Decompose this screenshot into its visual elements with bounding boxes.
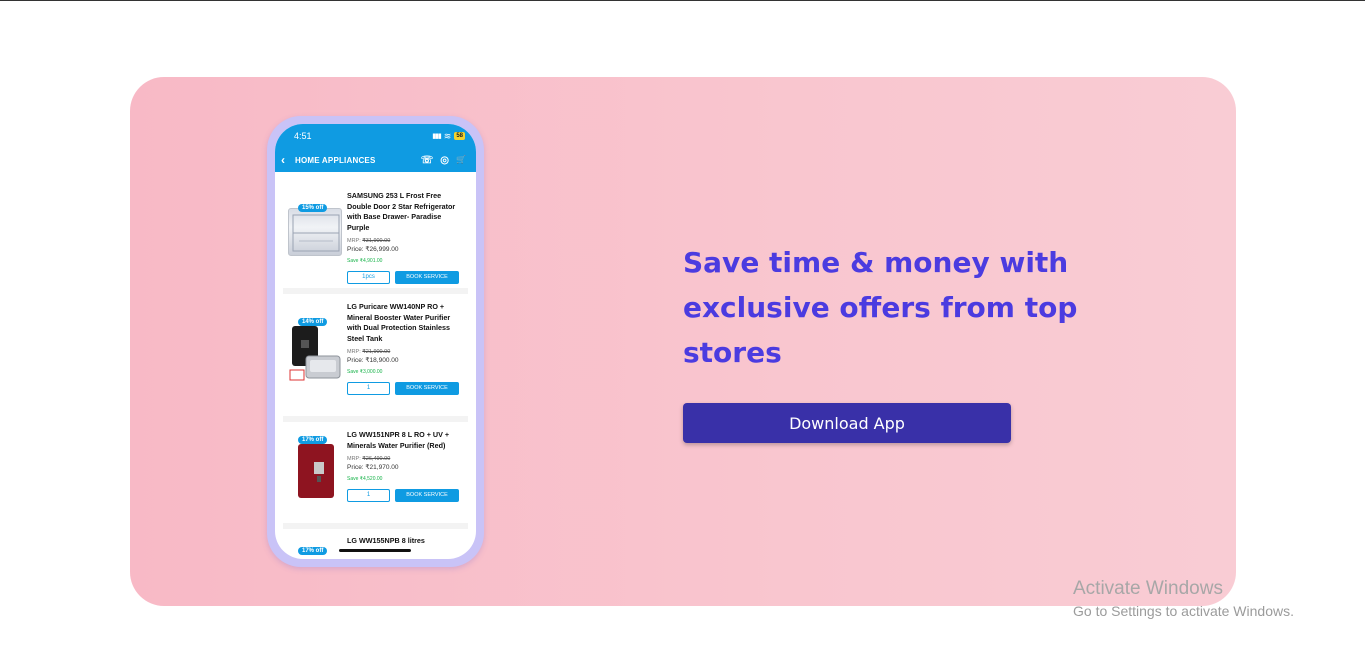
product-price: Price: ₹26,999.00 (347, 246, 399, 254)
windows-activation-watermark: Activate Windows Go to Settings to activ… (1073, 577, 1294, 621)
watermark-subtitle: Go to Settings to activate Windows. (1073, 603, 1294, 619)
discount-badge: 17% off (298, 547, 328, 555)
water-purifier-icon (289, 326, 341, 381)
red-water-purifier-image (288, 440, 342, 500)
status-time: 4:51 (294, 131, 312, 141)
book-service-button[interactable]: BOOK SERVICE (395, 489, 459, 503)
battery-icon: 58 (454, 132, 465, 140)
discount-badge: 14% off (298, 318, 328, 326)
product-actions: 1 BOOK SERVICE (347, 489, 463, 503)
app-bar-title: HOME APPLIANCES (295, 155, 376, 165)
product-name: LG WW151NPR 8 L RO + UV + Minerals Water… (347, 430, 450, 450)
product-info: LG WW155NPB 8 litres (347, 536, 463, 547)
headline: Save time & money with exclusive offers … (683, 246, 1078, 369)
product-info: SAMSUNG 253 L Frost Free Double Door 2 S… (347, 191, 463, 285)
product-savings: Save ₹4,520.00 (347, 476, 383, 483)
product-mrp: MRP: ₹31,900.00 (347, 238, 391, 245)
status-icons: ▮▮▮ ≋ 58 (432, 131, 465, 142)
product-card: 15% off SAMSUNG 253 L Frost Free Double … (283, 172, 468, 294)
phone-screen: 4:51 ▮▮▮ ≋ 58 ‹ HOME APPLIANCES ☏ ◎ 🛒 15… (275, 124, 476, 559)
water-purifier-image (288, 322, 342, 384)
app-bar-actions: ☏ ◎ 🛒 (421, 155, 466, 166)
watermark-title: Activate Windows (1073, 578, 1223, 599)
product-mrp: MRP: ₹21,900.00 (347, 349, 391, 356)
phone-status-bar: 4:51 ▮▮▮ ≋ 58 (275, 124, 476, 148)
back-arrow-icon[interactable]: ‹ (281, 153, 285, 167)
product-actions: 1pcs BOOK SERVICE (347, 271, 463, 285)
book-service-button[interactable]: BOOK SERVICE (395, 382, 459, 396)
signal-icon: ▮▮▮ (432, 133, 442, 140)
discount-badge: 17% off (298, 436, 328, 444)
quantity-field[interactable]: 1 (347, 382, 390, 396)
phone-app-bar: ‹ HOME APPLIANCES ☏ ◎ 🛒 (275, 148, 476, 172)
download-app-button[interactable]: Download App (683, 403, 1011, 443)
product-card: 17% off LG WW155NPB 8 litres (283, 529, 468, 559)
whatsapp-icon[interactable]: ◎ (440, 155, 449, 166)
product-name: SAMSUNG 253 L Frost Free Double Door 2 S… (347, 191, 456, 232)
discount-badge: 15% off (298, 204, 328, 212)
product-mrp: MRP: ₹26,490.00 (347, 456, 391, 463)
phone-mockup: 4:51 ▮▮▮ ≋ 58 ‹ HOME APPLIANCES ☏ ◎ 🛒 15… (267, 116, 484, 567)
refrigerator-icon (292, 214, 340, 252)
quantity-field[interactable]: 1pcs (347, 271, 390, 285)
product-info: LG WW151NPR 8 L RO + UV + Minerals Water… (347, 430, 463, 503)
product-savings: Save ₹4,901.00 (347, 258, 383, 265)
product-price: Price: ₹18,900.00 (347, 357, 399, 365)
red-water-purifier-icon (298, 444, 334, 498)
phone-call-icon[interactable]: ☏ (421, 155, 434, 166)
product-info: LG Puricare WW140NP RO + Mineral Booster… (347, 302, 463, 396)
product-name: LG WW155NPB 8 litres (347, 536, 425, 545)
top-border-line (0, 0, 1365, 1)
refrigerator-image (288, 208, 342, 256)
product-card: 14% off LG Puricare WW140NP RO + Mineral… (283, 294, 468, 422)
book-service-button[interactable]: BOOK SERVICE (395, 271, 459, 285)
product-actions: 1 BOOK SERVICE (347, 382, 463, 396)
cart-icon[interactable]: 🛒 (456, 155, 466, 166)
product-card: 17% off LG WW151NPR 8 L RO + UV + Minera… (283, 422, 468, 529)
product-name: LG Puricare WW140NP RO + Mineral Booster… (347, 302, 451, 343)
home-indicator (339, 549, 411, 552)
product-savings: Save ₹3,000.00 (347, 369, 383, 376)
product-price: Price: ₹21,970.00 (347, 464, 399, 472)
product-list: 15% off SAMSUNG 253 L Frost Free Double … (283, 172, 468, 559)
wifi-icon: ≋ (443, 130, 452, 141)
quantity-field[interactable]: 1 (347, 489, 390, 503)
